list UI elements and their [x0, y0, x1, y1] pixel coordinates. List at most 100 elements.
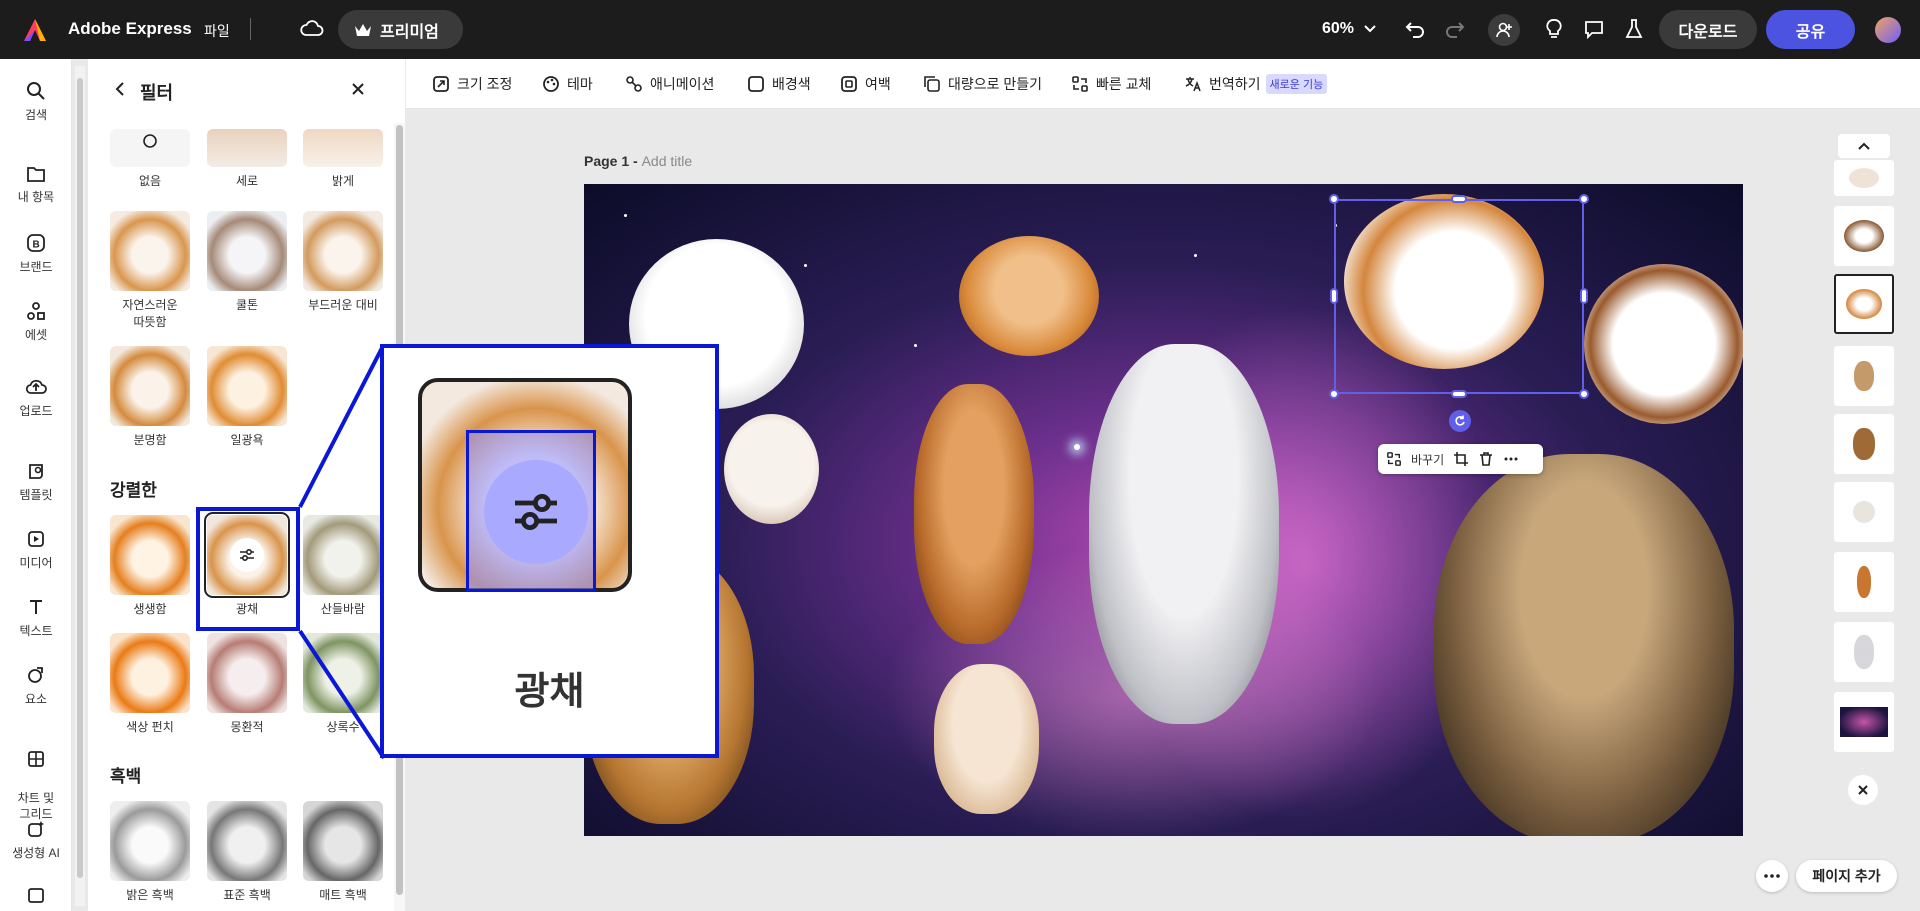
replace-icon[interactable] [1386, 451, 1402, 467]
back-chevron-icon[interactable] [114, 81, 126, 102]
rail-item-brand[interactable]: B 브랜드 [0, 233, 72, 275]
more-options-icon[interactable] [1756, 860, 1788, 892]
page-title-label[interactable]: Page 1 - Add title [584, 153, 692, 169]
crop-icon[interactable] [1453, 451, 1469, 467]
filter-label: 색상 펀치 [126, 720, 174, 734]
resize-handle[interactable] [1451, 195, 1467, 203]
quick-replace-icon [1072, 76, 1088, 92]
share-button[interactable]: 공유 [1766, 10, 1855, 49]
resize-handle[interactable] [1329, 194, 1339, 204]
filter-cool-tone[interactable]: 쿨톤 [207, 211, 287, 314]
background-color-button[interactable]: 배경색 [747, 74, 811, 94]
premium-button[interactable]: 프리미엄 [338, 10, 463, 49]
dancing-hamster[interactable] [934, 664, 1039, 814]
rail-item-text[interactable]: 텍스트 [0, 597, 72, 639]
redo-icon[interactable] [1442, 16, 1468, 42]
orange-cat[interactable] [914, 384, 1034, 644]
close-icon[interactable] [350, 81, 366, 102]
file-menu[interactable]: 파일 [204, 21, 230, 41]
resize-handle[interactable] [1579, 389, 1589, 399]
filter-dreamy[interactable]: 몽환적 [207, 633, 287, 736]
selection-box[interactable] [1334, 199, 1584, 394]
page-thumbnail[interactable] [1834, 552, 1894, 612]
search-icon [27, 82, 45, 100]
bulk-create-button[interactable]: 대량으로 만들기 [923, 74, 1042, 94]
rail-item-my-stuff[interactable]: 내 항목 [0, 165, 72, 205]
trash-icon[interactable] [1478, 451, 1494, 467]
page-thumbnail[interactable] [1834, 414, 1894, 474]
guinea-pig-right[interactable] [1584, 264, 1743, 424]
filter-standard-bw[interactable]: 표준 흑백 [207, 801, 287, 904]
filter-portrait[interactable]: 세로 [207, 129, 287, 190]
animation-button[interactable]: 애니메이션 [625, 74, 714, 94]
cloud-sync-icon[interactable] [300, 18, 326, 40]
rail-item-elements[interactable]: 요소 [0, 665, 72, 707]
filter-label: 부드러운 대비 [308, 298, 378, 312]
undo-icon[interactable] [1402, 16, 1428, 42]
quick-replace-button[interactable]: 빠른 교체 [1071, 74, 1151, 94]
resize-handle[interactable] [1329, 389, 1339, 399]
ragdoll-cat[interactable] [1089, 344, 1279, 724]
adobe-express-logo-icon[interactable] [22, 17, 48, 43]
rail-item-search[interactable]: 검색 [0, 81, 72, 123]
resize-button[interactable]: 크기 조정 [432, 74, 512, 94]
user-avatar[interactable] [1875, 17, 1901, 43]
labs-flask-icon[interactable] [1621, 16, 1647, 42]
resize-handle[interactable] [1580, 288, 1588, 304]
close-pages-icon[interactable] [1848, 775, 1878, 805]
filter-sunbath[interactable]: 일광욕 [207, 346, 287, 449]
filter-none[interactable]: 없음 [110, 129, 190, 190]
filter-soft-contrast[interactable]: 부드러운 대비 [303, 211, 383, 314]
page-thumbnail[interactable] [1834, 206, 1894, 266]
translate-button[interactable]: 번역하기 새로운 기능 [1184, 74, 1328, 94]
download-button[interactable]: 다운로드 [1659, 10, 1757, 49]
rail-item-assets[interactable]: 에셋 [0, 301, 72, 343]
hamster-top[interactable] [959, 236, 1099, 356]
rail-item-upload[interactable]: 업로드 [0, 377, 72, 419]
filter-thumb [303, 211, 383, 291]
add-page-button[interactable]: 페이지 추가 [1796, 860, 1897, 892]
tabby-cat[interactable] [1434, 454, 1734, 836]
filter-vivid[interactable]: 생생함 [110, 515, 190, 618]
filter-bright[interactable]: 밝게 [303, 129, 383, 190]
theme-button[interactable]: 테마 [542, 74, 593, 94]
add-title-placeholder[interactable]: Add title [642, 153, 693, 169]
filter-thumb [110, 633, 190, 713]
resize-handle[interactable] [1451, 390, 1467, 398]
resize-handle[interactable] [1579, 194, 1589, 204]
page-thumbnail[interactable] [1834, 160, 1894, 196]
pages-scroll-up-icon[interactable] [1838, 134, 1890, 158]
zoom-dropdown[interactable]: 60% [1322, 20, 1376, 38]
page-thumbnail[interactable] [1834, 482, 1894, 542]
star [624, 214, 627, 217]
invite-user-icon[interactable] [1488, 14, 1520, 46]
rail-item-generative-ai[interactable]: 생성형 AI [0, 819, 72, 861]
filter-natural-warm[interactable]: 자연스러운 따뜻함 [110, 211, 190, 331]
more-options-icon[interactable] [1503, 451, 1519, 467]
page-thumbnail[interactable] [1834, 622, 1894, 682]
rail-label: 브랜드 [19, 260, 53, 274]
star [914, 344, 917, 347]
page-thumbnail[interactable] [1834, 346, 1894, 406]
margin-button[interactable]: 여백 [840, 74, 891, 94]
app-name[interactable]: Adobe Express [68, 19, 192, 39]
resize-handle[interactable] [1330, 288, 1338, 304]
filter-bright-bw[interactable]: 밝은 흑백 [110, 801, 190, 904]
page-thumbnail[interactable] [1834, 692, 1894, 752]
white-hamster[interactable] [724, 414, 819, 524]
rail-scroll-thumb[interactable] [77, 78, 83, 878]
rail-item-templates[interactable]: 템플릿 [0, 461, 72, 503]
rail-scrollbar[interactable] [75, 66, 85, 906]
rail-item-more[interactable] [0, 885, 72, 908]
rail-item-media[interactable]: 미디어 [0, 529, 72, 571]
comment-icon[interactable] [1581, 16, 1607, 42]
lightbulb-icon[interactable] [1541, 16, 1567, 42]
rail-item-charts-grids[interactable]: 차트 및 그리드 [0, 733, 72, 822]
filter-color-punch[interactable]: 색상 펀치 [110, 633, 190, 736]
rotate-handle-icon[interactable] [1449, 410, 1471, 432]
page-thumbnail-active[interactable] [1834, 274, 1894, 334]
filter-clarity[interactable]: 분명함 [110, 346, 190, 449]
filter-matte-bw[interactable]: 매트 흑백 [303, 801, 383, 904]
filter-thumb [110, 129, 190, 167]
replace-button[interactable]: 바꾸기 [1411, 451, 1444, 468]
